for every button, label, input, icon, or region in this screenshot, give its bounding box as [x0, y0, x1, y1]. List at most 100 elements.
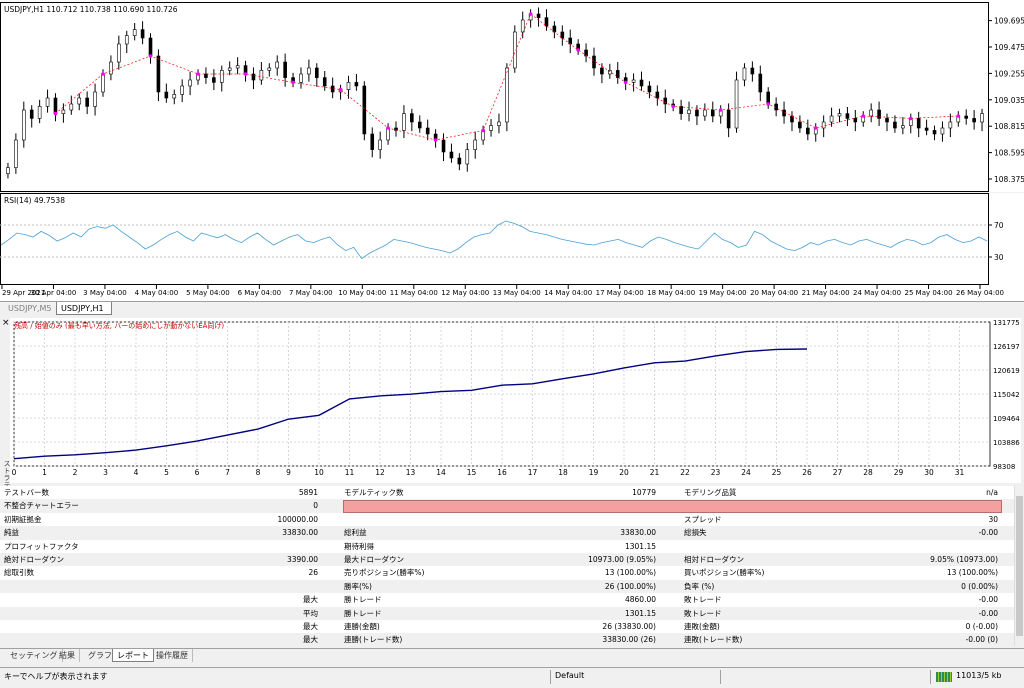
report-cell: 33830.00: [620, 528, 656, 538]
trade-marker: [623, 80, 628, 85]
scrollbar-thumb[interactable]: [1016, 496, 1023, 636]
close-icon[interactable]: ×: [2, 318, 10, 328]
report-cell: 100000.00: [277, 514, 318, 524]
connection-status-icon[interactable]: [936, 672, 952, 682]
price-candle: [837, 113, 842, 117]
time-axis-label: 5 May 04:00: [186, 289, 230, 297]
report-cell: -0.00: [978, 595, 998, 605]
price-candle: [45, 97, 50, 107]
price-candle: [853, 118, 858, 123]
time-axis-label: 6 May 04:00: [238, 289, 282, 297]
price-candle: [497, 121, 501, 126]
price-candle: [275, 61, 280, 69]
price-candle: [489, 125, 493, 131]
price-candle: [93, 91, 97, 107]
price-candle: [885, 118, 889, 123]
price-candle: [568, 37, 573, 45]
trade-marker: [53, 111, 58, 116]
chart-tab-usdjpy-m5[interactable]: USDJPY,M5: [4, 302, 56, 315]
balance-x-tick-label: 30: [924, 468, 934, 477]
price-candle: [402, 113, 406, 131]
price-candle: [766, 91, 771, 105]
price-candle: [124, 35, 129, 45]
price-candle: [132, 29, 137, 36]
balance-x-tick-label: 26: [802, 468, 812, 477]
price-candle: [758, 73, 763, 93]
tab-journal[interactable]: 操作履歴: [152, 649, 193, 662]
balance-x-tick-label: 19: [589, 468, 599, 477]
report-cell: 敗トレード: [684, 608, 722, 618]
balance-x-tick-label: 1: [42, 468, 47, 477]
price-candle: [924, 127, 929, 131]
price-candle: [180, 85, 184, 95]
price-candle: [354, 82, 359, 87]
balance-x-tick-label: 16: [497, 468, 507, 477]
report-cell: スプレッド: [684, 514, 722, 524]
report-cell: 総損失: [684, 528, 707, 538]
report-row: 総取引数 26 売りポジション(勝率%) 13 (100.00%) 買いポジション(勝率…: [0, 566, 1014, 579]
time-axis-label: 14 May 04:00: [544, 289, 592, 297]
report-table: テストバー数 5891 モデルティック数 10779 モデリング品質 n/a 不整合チャート…: [0, 486, 1014, 647]
price-candle: [774, 103, 778, 111]
balance-x-tick-label: 5: [164, 468, 169, 477]
trade-marker: [528, 12, 533, 16]
report-cell: 13 (100.00%): [946, 568, 998, 578]
price-candle: [710, 109, 715, 117]
price-candle: [109, 61, 113, 75]
report-cell: 0 (0.00%): [961, 581, 998, 591]
report-cell: 5891: [298, 488, 318, 497]
trade-marker: [433, 138, 438, 142]
trade-marker: [576, 48, 580, 52]
price-candle: [188, 79, 192, 87]
balance-x-tick-label: 23: [711, 468, 721, 477]
report-cell: 勝トレード: [344, 595, 382, 605]
price-candle: [378, 139, 382, 150]
price-candle: [117, 43, 121, 63]
price-chart[interactable]: USDJPY,H1 110.712 110.738 110.690 110.72…: [0, 0, 1024, 192]
report-cell: 初期証拠金: [4, 514, 42, 524]
balance-y-tick-label: 131775: [993, 319, 1020, 327]
price-candle: [441, 139, 446, 153]
report-row: 絶対ドローダウン 3390.00 最大ドローダウン 10973.00 (9.05%) 相…: [0, 553, 1014, 567]
report-cell: 売りポジション(勝率%): [344, 568, 425, 578]
tab-results[interactable]: 結果: [55, 649, 80, 662]
price-candle: [212, 77, 216, 83]
price-candle: [465, 149, 470, 165]
price-candle: [283, 61, 287, 78]
trade-marker: [813, 126, 818, 130]
price-candle: [425, 127, 430, 135]
trade-marker: [196, 72, 200, 76]
time-axis-label: 21 May 04:00: [802, 289, 850, 297]
trade-marker: [481, 128, 485, 133]
time-axis-label: 19 May 04:00: [699, 289, 747, 297]
trade-marker: [908, 116, 913, 121]
chart-tab-usdjpy-h1[interactable]: USDJPY,H1: [56, 302, 112, 315]
status-profile: Default: [555, 671, 585, 680]
price-candle: [940, 127, 945, 135]
time-axis-label: 3 May 04:00: [83, 289, 127, 297]
price-tick-label: 108.815: [994, 122, 1024, 131]
price-chart-svg: 109.695 109.475 109.255 109.035 108.815 108.5…: [6, 7, 1024, 184]
balance-x-tick-label: 9: [286, 468, 291, 477]
report-cell: 26 (33830.00): [602, 622, 656, 631]
price-candle: [655, 91, 660, 99]
balance-x-tick-label: 11: [345, 468, 355, 477]
report-cell: 0: [313, 501, 318, 511]
time-axis-label: 26 May 04:00: [956, 289, 1004, 297]
price-candle: [330, 85, 335, 93]
balance-x-tick-label: 28: [863, 468, 873, 477]
balance-x-tick-label: 15: [467, 468, 477, 477]
balance-x-tick-label: 14: [436, 468, 446, 477]
status-separator: [720, 670, 721, 684]
tab-report[interactable]: レポート: [112, 649, 154, 662]
price-candle: [235, 65, 240, 69]
report-cell: 9.05% (10973.00): [930, 555, 998, 564]
report-row: 不整合チャートエラー 0: [0, 499, 1014, 514]
report-cell: 平均: [303, 608, 318, 618]
report-cell: 勝率(%): [344, 581, 372, 591]
report-scrollbar[interactable]: [1014, 486, 1024, 646]
report-cell: 期待利得: [344, 541, 374, 551]
trade-marker: [718, 108, 723, 112]
rsi-chart[interactable]: RSI(14) 49.7538 70 30 29 Apr 2021 30 Apr 04…: [0, 193, 1024, 301]
price-candle: [520, 19, 525, 33]
